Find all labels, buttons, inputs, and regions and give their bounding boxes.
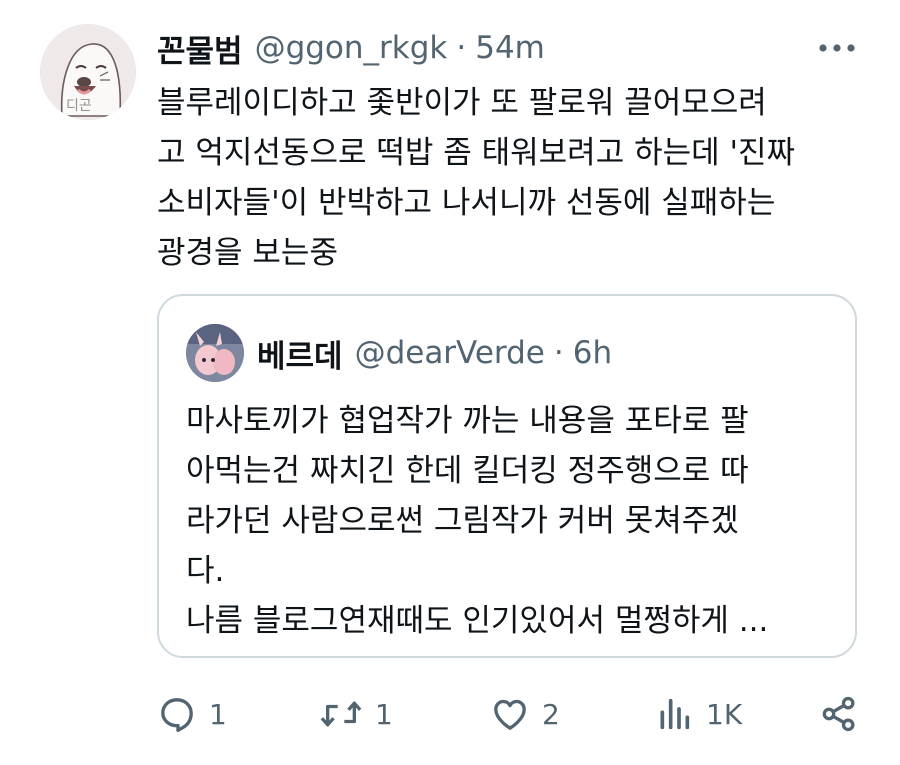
reply-count: 1 [209,697,227,731]
tweet-header: 꼰물범 @ggon_rkgk · 54m [157,24,545,72]
more-horizontal-icon [819,44,855,52]
retweet-button[interactable]: 1 [319,690,393,738]
quoted-author-handle[interactable]: @dearVerde [355,335,545,371]
quoted-tweet-header: 베르데 @dearVerde · 6h [257,328,612,378]
heart-icon [494,699,526,730]
reply-button[interactable]: 1 [157,690,227,738]
author-avatar[interactable]: 디곤 [40,24,136,120]
views-chart-icon [660,698,690,730]
views-button[interactable]: 1K [654,690,742,738]
like-button[interactable]: 2 [490,690,560,738]
separator-dot: · [456,30,467,66]
retweet-icon [320,701,362,727]
avatar-text: 디곤 [66,98,92,114]
author-name[interactable]: 꼰물범 [157,26,243,71]
tweet-action-bar: 1 1 2 1K [157,690,862,738]
quoted-tweet-text: 마사토끼가 협업작가 까는 내용을 포타로 팔 아먹는건 짜치긴 한데 킬더킹 … [186,403,769,639]
quoted-author-avatar[interactable] [186,324,244,382]
quoted-separator-dot: · [553,335,564,371]
quoted-author-name[interactable]: 베르데 [257,331,343,376]
share-button[interactable] [819,690,859,738]
more-options-button[interactable] [812,30,862,66]
tweet-timestamp[interactable]: 54m [475,30,545,66]
share-icon [822,696,855,732]
tweet-text: 블루레이디하고 좇반이가 또 팔로워 끌어모으려 고 억지선동으로 떡밥 좀 태… [157,85,796,271]
like-count: 2 [542,697,560,731]
author-handle[interactable]: @ggon_rkgk [255,30,448,66]
quoted-tweet[interactable]: 베르데 @dearVerde · 6h 마사토끼가 협업작가 까는 내용을 포타… [157,294,857,658]
reply-icon [161,698,193,732]
retweet-count: 1 [375,697,393,731]
quoted-tweet-timestamp[interactable]: 6h [573,335,612,371]
views-count: 1K [706,697,743,731]
